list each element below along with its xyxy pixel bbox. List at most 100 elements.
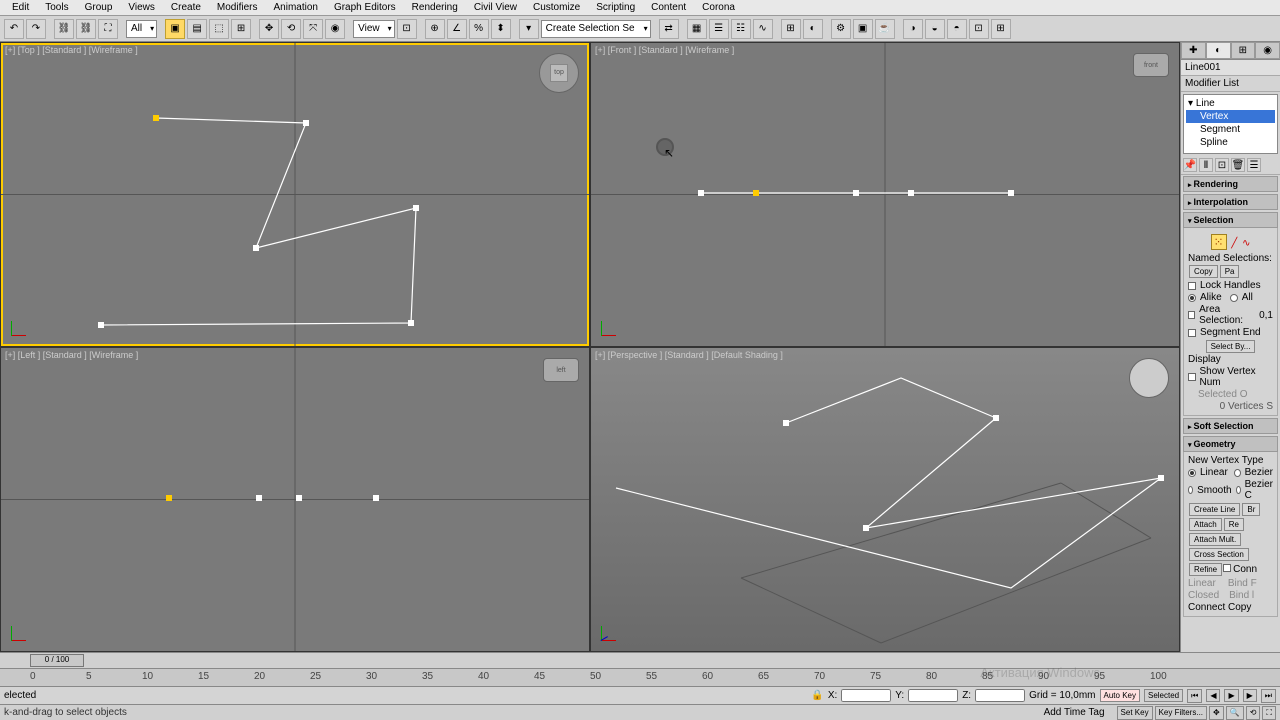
rollout-geometry[interactable]: Geometry <box>1183 436 1278 452</box>
selected-button[interactable]: Selected <box>1144 689 1183 702</box>
paste-button[interactable]: Pa <box>1220 265 1240 278</box>
viewport-top-label[interactable]: [+] [Top ] [Standard ] [Wireframe ] <box>5 45 138 55</box>
undo-icon[interactable]: ↶ <box>4 19 24 39</box>
align-icon[interactable]: ▦ <box>687 19 707 39</box>
add-time-tag[interactable]: Add Time Tag <box>1036 707 1113 718</box>
viewcube-persp[interactable] <box>1129 358 1169 398</box>
percent-snap-icon[interactable]: % <box>469 19 489 39</box>
snap-icon[interactable]: ⊕ <box>425 19 445 39</box>
menu-modifiers[interactable]: Modifiers <box>209 2 266 13</box>
select-icon[interactable]: ▣ <box>165 19 185 39</box>
viewport-front[interactable]: [+] [Front ] [Standard ] [Wireframe ] ↖ … <box>591 43 1179 346</box>
viewcube-front[interactable]: front <box>1133 53 1169 77</box>
dropdown-btn-icon[interactable]: ▾ <box>519 19 539 39</box>
modifier-list-dropdown[interactable]: Modifier List <box>1181 76 1280 92</box>
viewport-perspective[interactable]: [+] [Perspective ] [Standard ] [Default … <box>591 348 1179 651</box>
rollout-selection[interactable]: Selection <box>1183 212 1278 228</box>
placement-icon[interactable]: ◉ <box>325 19 345 39</box>
nav-pan-icon[interactable]: ✥ <box>1209 706 1224 720</box>
vertex-subobj-icon[interactable]: ⁙ <box>1211 234 1227 250</box>
select-region-icon[interactable]: ⬚ <box>209 19 229 39</box>
smooth-radio[interactable] <box>1188 486 1193 494</box>
menu-corona[interactable]: Corona <box>694 2 743 13</box>
render-icon[interactable]: ☕ <box>875 19 895 39</box>
time-slider[interactable]: 0 / 100 <box>0 652 1280 668</box>
scale-icon[interactable]: ⤧ <box>303 19 323 39</box>
create-tab-icon[interactable]: ✚ <box>1181 42 1206 59</box>
rollout-interpolation[interactable]: Interpolation <box>1183 194 1278 210</box>
menu-group[interactable]: Group <box>77 2 121 13</box>
named-sel-dropdown[interactable]: Create Selection Se <box>541 20 651 38</box>
link-icon[interactable]: ⛓ <box>54 19 74 39</box>
goto-end-icon[interactable]: ⏭ <box>1261 689 1276 703</box>
menu-customize[interactable]: Customize <box>525 2 588 13</box>
object-name-field[interactable]: Line001 <box>1181 60 1280 76</box>
create-line-button[interactable]: Create Line <box>1189 503 1240 516</box>
modifier-stack[interactable]: ▾ Line Vertex Segment Spline <box>1183 94 1278 154</box>
stack-segment[interactable]: Segment <box>1186 123 1275 136</box>
setkey-button[interactable]: Set Key <box>1117 706 1153 720</box>
render-setup-icon[interactable]: ⚙ <box>831 19 851 39</box>
time-slider-handle[interactable]: 0 / 100 <box>30 654 84 667</box>
keyfilters-button[interactable]: Key Filters... <box>1155 706 1207 720</box>
unlink-icon[interactable]: ⛓ <box>76 19 96 39</box>
stack-vertex[interactable]: Vertex <box>1186 110 1275 123</box>
viewport-persp-label[interactable]: [+] [Perspective ] [Standard ] [Default … <box>595 350 783 360</box>
stack-spline[interactable]: Spline <box>1186 136 1275 149</box>
make-unique-icon[interactable]: ⊡ <box>1215 158 1229 172</box>
corona5-icon[interactable]: ⊞ <box>991 19 1011 39</box>
corona1-icon[interactable]: ◑ <box>903 19 923 39</box>
bezier-radio[interactable] <box>1234 469 1241 477</box>
stack-line[interactable]: ▾ Line <box>1186 97 1275 110</box>
y-coord-input[interactable] <box>908 689 958 702</box>
rollout-rendering[interactable]: Rendering <box>1183 176 1278 192</box>
copy-button[interactable]: Copy <box>1189 265 1218 278</box>
configure-icon[interactable]: ☰ <box>1247 158 1261 172</box>
nav-zoom-icon[interactable]: 🔍 <box>1226 706 1244 720</box>
nav-max-icon[interactable]: ⛶ <box>1262 706 1276 720</box>
angle-snap-icon[interactable]: ∠ <box>447 19 467 39</box>
prev-frame-icon[interactable]: ◀ <box>1206 689 1220 702</box>
corona3-icon[interactable]: ◓ <box>947 19 967 39</box>
window-crossing-icon[interactable]: ⊞ <box>231 19 251 39</box>
move-icon[interactable]: ✥ <box>259 19 279 39</box>
viewcube-top[interactable]: top <box>539 53 579 93</box>
spline-subobj-icon[interactable]: ∿ <box>1242 238 1250 249</box>
attach-button[interactable]: Attach <box>1189 518 1222 531</box>
menu-tools[interactable]: Tools <box>37 2 76 13</box>
menu-edit[interactable]: Edit <box>4 2 37 13</box>
track-bar[interactable]: 0 5 10 15 20 25 30 35 40 45 50 55 60 65 … <box>0 668 1280 686</box>
z-coord-input[interactable] <box>975 689 1025 702</box>
ref-coord-dropdown[interactable]: View <box>353 20 395 38</box>
lock-handles-check[interactable] <box>1188 282 1196 290</box>
all-radio[interactable] <box>1230 294 1238 302</box>
selection-filter-dropdown[interactable]: All <box>126 20 157 38</box>
corona2-icon[interactable]: ◒ <box>925 19 945 39</box>
render-frame-icon[interactable]: ▣ <box>853 19 873 39</box>
viewport-top[interactable]: [+] [Top ] [Standard ] [Wireframe ] top <box>1 43 589 346</box>
menu-create[interactable]: Create <box>163 2 209 13</box>
viewcube-left[interactable]: left <box>543 358 579 382</box>
mirror-icon[interactable]: ⇄ <box>659 19 679 39</box>
next-frame-icon[interactable]: ▶ <box>1243 689 1257 702</box>
rollout-softsel[interactable]: Soft Selection <box>1183 418 1278 434</box>
layer-explorer-icon[interactable]: ☷ <box>731 19 751 39</box>
motion-tab-icon[interactable]: ◉ <box>1255 42 1280 59</box>
break-button[interactable]: Br <box>1242 503 1260 516</box>
select-name-icon[interactable]: ▤ <box>187 19 207 39</box>
select-by-button[interactable]: Select By... <box>1206 340 1256 353</box>
area-sel-check[interactable] <box>1188 311 1195 319</box>
curve-editor-icon[interactable]: ∿ <box>753 19 773 39</box>
corona4-icon[interactable]: ⊡ <box>969 19 989 39</box>
show-result-icon[interactable]: Ⅱ <box>1199 158 1213 172</box>
viewport-front-label[interactable]: [+] [Front ] [Standard ] [Wireframe ] <box>595 45 734 55</box>
linear-radio[interactable] <box>1188 469 1196 477</box>
segment-subobj-icon[interactable]: ╱ <box>1231 238 1237 249</box>
menu-grapheditors[interactable]: Graph Editors <box>326 2 404 13</box>
material-icon[interactable]: ◐ <box>803 19 823 39</box>
viewport-left[interactable]: [+] [Left ] [Standard ] [Wireframe ] lef… <box>1 348 589 651</box>
attach-mult-button[interactable]: Attach Mult. <box>1189 533 1241 546</box>
redo-icon[interactable]: ↷ <box>26 19 46 39</box>
cross-section-button[interactable]: Cross Section <box>1189 548 1249 561</box>
show-vert-num-check[interactable] <box>1188 373 1196 381</box>
